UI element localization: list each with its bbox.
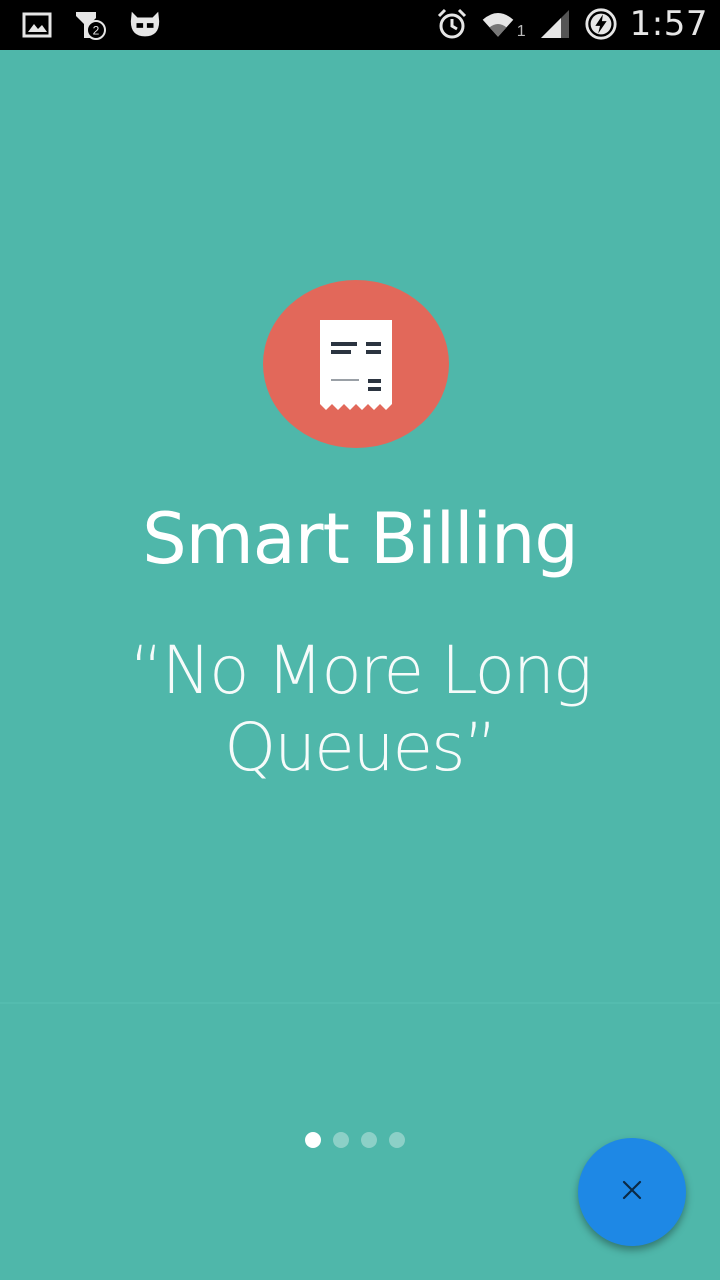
- cyanogen-icon: [128, 8, 162, 42]
- page-indicator[interactable]: [305, 1132, 405, 1148]
- alarm-icon: [435, 7, 469, 41]
- onboarding-title: Smart Billing: [142, 498, 579, 580]
- notification-badge-icon: 2: [74, 8, 108, 42]
- page-dot-4[interactable]: [389, 1132, 405, 1148]
- notification-count: 2: [93, 24, 100, 38]
- page-dot-3[interactable]: [361, 1132, 377, 1148]
- wifi-icon: [481, 7, 515, 41]
- page-dot-2[interactable]: [333, 1132, 349, 1148]
- image-icon: [20, 8, 54, 42]
- close-button[interactable]: [578, 1138, 686, 1246]
- battery-charging-icon: [584, 7, 618, 41]
- onboarding-page: Smart Billing “No More Long Queues”: [0, 50, 720, 1280]
- status-bar-clock: 1:57: [629, 4, 708, 44]
- close-icon: [620, 1178, 644, 1207]
- receipt-icon: [263, 280, 449, 448]
- status-bar: 2 1 1:57: [0, 0, 720, 50]
- sim-slot-label: 1: [516, 23, 526, 40]
- page-dot-1[interactable]: [305, 1132, 321, 1148]
- content-divider: [0, 1002, 720, 1004]
- onboarding-tagline: “No More Long Queues”: [129, 632, 593, 786]
- signal-icon: [538, 7, 572, 41]
